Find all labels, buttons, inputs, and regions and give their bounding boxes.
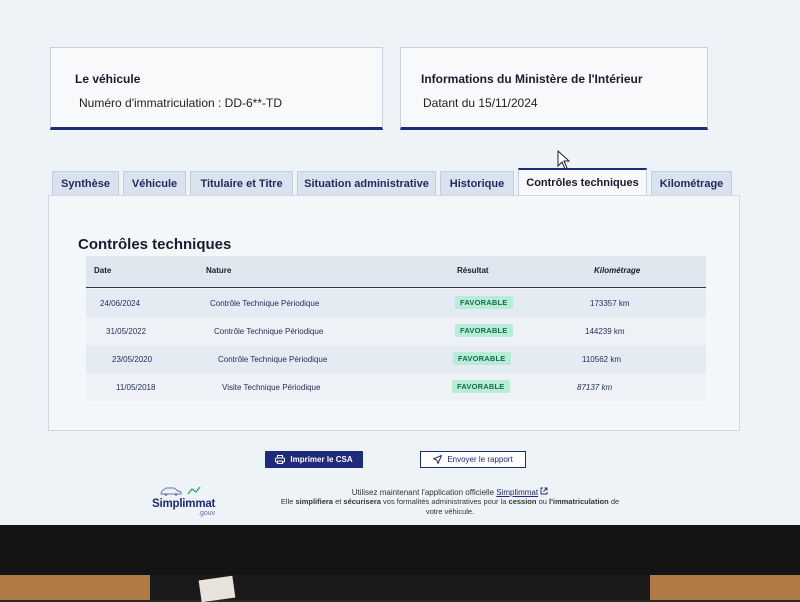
row-date: 31/05/2022 xyxy=(106,327,147,336)
footer-bold: simplifiera xyxy=(295,497,333,506)
footer-text: ou xyxy=(538,497,547,506)
row-nature: Contrôle Technique Périodique xyxy=(218,355,328,364)
paper-note xyxy=(198,575,236,602)
ministry-card-title: Informations du Ministère de l'Intérieur xyxy=(421,72,643,86)
row-mileage: 87137 km xyxy=(577,383,613,392)
vehicle-card: Le véhicule Numéro d'immatriculation : D… xyxy=(50,47,383,130)
tab-vehicule[interactable]: Véhicule xyxy=(123,171,186,195)
footer-bold: cession xyxy=(508,497,537,506)
car-icon xyxy=(160,487,182,496)
tab-kilometrage[interactable]: Kilométrage xyxy=(651,171,732,195)
column-date: Date xyxy=(94,266,112,275)
footer-line1-text: Utilisez maintenant l'application offici… xyxy=(351,488,495,497)
row-nature: Visite Technique Périodique xyxy=(222,383,321,392)
tab-historique[interactable]: Historique xyxy=(440,171,514,195)
browser-screen: Le véhicule Numéro d'immatriculation : D… xyxy=(0,0,800,525)
footer-text: vos formalités administratives pour la xyxy=(383,497,507,506)
logo-suffix: .gouv xyxy=(198,510,216,517)
simplimmat-link[interactable]: Simplimmat xyxy=(496,488,538,497)
footer-line-2: Elle simplifiera et sécurisera vos forma… xyxy=(250,497,650,517)
send-report-label: Envoyer le rapport xyxy=(447,455,513,464)
signal-icon xyxy=(187,486,201,495)
tab-situation[interactable]: Situation administrative xyxy=(297,171,436,195)
simplimmat-logo: Simplimmat .gouv xyxy=(150,486,232,518)
section-title: Contrôles techniques xyxy=(78,236,232,253)
footer-text: de xyxy=(610,497,620,506)
tab-bar: Synthèse Véhicule Titulaire et Titre Sit… xyxy=(52,168,742,196)
send-report-button[interactable]: Envoyer le rapport xyxy=(420,451,526,468)
result-badge: FAVORABLE xyxy=(453,352,511,365)
footer-text: et xyxy=(335,497,342,506)
ministry-card: Informations du Ministère de l'Intérieur… xyxy=(400,47,708,130)
result-badge: FAVORABLE xyxy=(455,296,513,309)
row-date: 24/06/2024 xyxy=(100,299,141,308)
row-mileage: 144239 km xyxy=(585,327,625,336)
data-date: Datant du 15/11/2024 xyxy=(423,96,538,110)
plate-number: Numéro d'immatriculation : DD-6**-TD xyxy=(79,96,283,110)
result-badge: FAVORABLE xyxy=(452,380,510,393)
tab-controles-techniques[interactable]: Contrôles techniques xyxy=(518,168,647,196)
inspections-table: Date Nature Résultat Kilométrage 24/06/2… xyxy=(86,256,706,401)
table-header: Date Nature Résultat Kilométrage xyxy=(86,256,706,288)
footer-bold: l'immatriculation xyxy=(549,497,609,506)
external-link-icon[interactable] xyxy=(540,487,548,495)
table-row: 31/05/2022 Contrôle Technique Périodique… xyxy=(86,317,706,345)
table-row: 24/06/2024 Contrôle Technique Périodique… xyxy=(86,289,706,317)
footer-text: Elle xyxy=(280,497,294,506)
row-date: 11/05/2018 xyxy=(116,383,156,392)
table-row: 11/05/2018 Visite Technique Périodique F… xyxy=(86,373,706,401)
logo-name: Simplimmat xyxy=(152,498,216,510)
column-mileage: Kilométrage xyxy=(594,266,641,275)
vehicle-card-title: Le véhicule xyxy=(75,72,141,86)
table-row: 23/05/2020 Contrôle Technique Périodique… xyxy=(86,345,706,373)
table-body: 24/06/2024 Contrôle Technique Périodique… xyxy=(86,289,706,401)
printer-icon xyxy=(275,455,286,464)
print-csa-label: Imprimer le CSA xyxy=(290,455,353,464)
send-arrow-icon xyxy=(433,455,443,464)
row-nature: Contrôle Technique Périodique xyxy=(210,299,320,308)
footer-bold: sécurisera xyxy=(343,497,381,506)
monitor-bezel xyxy=(0,525,800,575)
print-csa-button[interactable]: Imprimer le CSA xyxy=(265,451,363,468)
column-nature: Nature xyxy=(206,266,232,275)
footer-line-3: votre véhicule. xyxy=(425,507,475,516)
footer-line-1: Utilisez maintenant l'application offici… xyxy=(250,487,650,497)
tab-titulaire[interactable]: Titulaire et Titre xyxy=(190,171,293,195)
row-date: 23/05/2020 xyxy=(112,355,153,364)
result-badge: FAVORABLE xyxy=(455,324,513,337)
row-mileage: 173357 km xyxy=(590,299,630,308)
tab-synthese[interactable]: Synthèse xyxy=(52,171,119,195)
row-nature: Contrôle Technique Périodique xyxy=(214,327,324,336)
mouse-cursor-icon xyxy=(557,150,571,170)
row-mileage: 110562 km xyxy=(582,355,621,364)
column-result: Résultat xyxy=(457,266,489,275)
